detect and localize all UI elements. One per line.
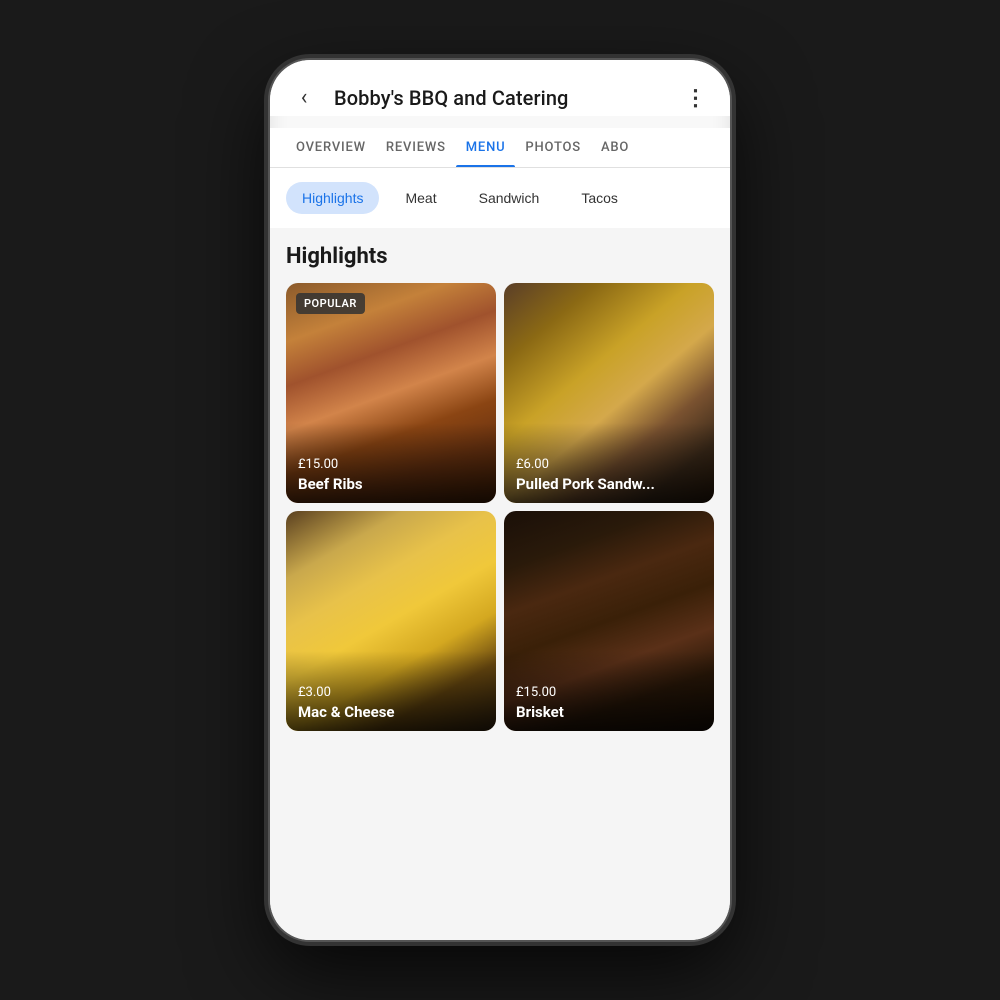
phone-shell: ‹ Bobby's BBQ and Catering ⋮ OVERVIEW RE…: [270, 60, 730, 940]
card-info-mac-cheese: £3.00 Mac & Cheese: [298, 685, 484, 721]
name-mac-cheese: Mac & Cheese: [298, 703, 395, 721]
name-pulled-pork: Pulled Pork Sandw...: [516, 475, 655, 493]
header: ‹ Bobby's BBQ and Catering ⋮: [270, 60, 730, 116]
content-area: Highlights POPULAR £15.00 Beef Ribs £6.0…: [270, 228, 730, 940]
more-icon: ⋮: [685, 86, 708, 111]
tab-reviews[interactable]: REVIEWS: [376, 128, 456, 167]
price-mac-cheese: £3.00: [298, 685, 484, 700]
pill-highlights[interactable]: Highlights: [286, 182, 379, 214]
price-pulled-pork: £6.00: [516, 457, 702, 472]
card-info-brisket: £15.00 Brisket: [516, 685, 702, 721]
price-brisket: £15.00: [516, 685, 702, 700]
card-info-pulled-pork: £6.00 Pulled Pork Sandw...: [516, 457, 702, 493]
name-brisket: Brisket: [516, 703, 564, 721]
pill-tacos[interactable]: Tacos: [565, 182, 634, 214]
card-info-beef-ribs: £15.00 Beef Ribs: [298, 457, 484, 493]
price-beef-ribs: £15.00: [298, 457, 484, 472]
food-grid: POPULAR £15.00 Beef Ribs £6.00 Pulled Po…: [286, 283, 714, 731]
tab-photos[interactable]: PHOTOS: [515, 128, 591, 167]
name-beef-ribs: Beef Ribs: [298, 475, 363, 493]
popular-badge: POPULAR: [296, 293, 365, 314]
more-button[interactable]: ⋮: [678, 80, 714, 116]
food-card-brisket[interactable]: £15.00 Brisket: [504, 511, 714, 731]
back-icon: ‹: [301, 87, 308, 109]
category-pills: Highlights Meat Sandwich Tacos: [270, 168, 730, 228]
back-button[interactable]: ‹: [286, 80, 322, 116]
page-title: Bobby's BBQ and Catering: [334, 86, 666, 110]
tab-about[interactable]: ABO: [591, 128, 639, 167]
pill-sandwich[interactable]: Sandwich: [463, 182, 556, 214]
pill-meat[interactable]: Meat: [389, 182, 452, 214]
tab-menu[interactable]: MENU: [456, 128, 516, 167]
section-title: Highlights: [286, 244, 714, 269]
food-card-beef-ribs[interactable]: POPULAR £15.00 Beef Ribs: [286, 283, 496, 503]
nav-tabs: OVERVIEW REVIEWS MENU PHOTOS ABO: [270, 128, 730, 168]
food-card-pulled-pork[interactable]: £6.00 Pulled Pork Sandw...: [504, 283, 714, 503]
tab-overview[interactable]: OVERVIEW: [286, 128, 376, 167]
food-card-mac-cheese[interactable]: £3.00 Mac & Cheese: [286, 511, 496, 731]
